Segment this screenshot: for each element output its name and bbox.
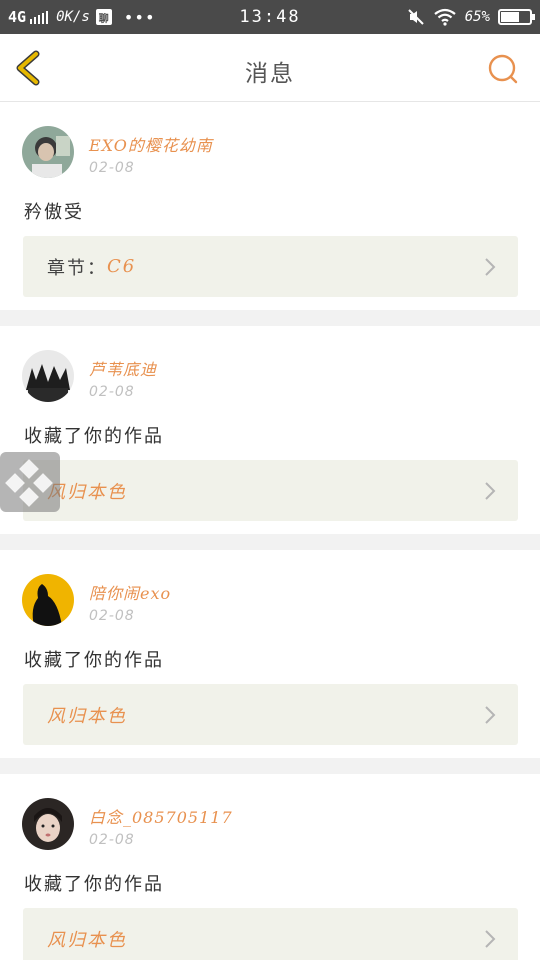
signal-icon bbox=[30, 10, 49, 24]
ref-value: 风归本色 bbox=[47, 705, 127, 727]
ref-label: 章节： bbox=[47, 257, 107, 279]
network-speed: 0K/s bbox=[56, 9, 90, 25]
message-item: 白念_085705117 02-08 收藏了你的作品 风归本色 bbox=[0, 774, 540, 960]
app-notification-icon: 聊 bbox=[95, 9, 112, 25]
message-item: 芦苇底迪 02-08 收藏了你的作品 风归本色 bbox=[0, 326, 540, 534]
ref-value: C6 bbox=[107, 256, 137, 277]
wifi-icon bbox=[434, 8, 456, 26]
battery-percent: 65% bbox=[464, 9, 490, 25]
message-text: 矜傲受 bbox=[24, 202, 84, 223]
chevron-right-icon bbox=[485, 930, 496, 948]
message-item: EXO的樱花幼南 02-08 矜傲受 章节： C6 bbox=[0, 102, 540, 310]
battery-level bbox=[501, 12, 520, 22]
more-notifications-icon: ••• bbox=[123, 7, 156, 27]
avatar[interactable] bbox=[22, 574, 74, 626]
referenced-item[interactable]: 风归本色 bbox=[23, 684, 518, 745]
chevron-right-icon bbox=[485, 482, 496, 500]
sender-name[interactable]: EXO的樱花幼南 bbox=[89, 132, 213, 156]
message-item: 陪你闹exo 02-08 收藏了你的作品 风归本色 bbox=[0, 550, 540, 758]
message-date: 02-08 bbox=[89, 384, 135, 400]
message-text: 收藏了你的作品 bbox=[24, 650, 164, 671]
battery-icon bbox=[498, 9, 535, 25]
message-text: 收藏了你的作品 bbox=[24, 426, 164, 447]
message-date: 02-08 bbox=[89, 608, 135, 624]
diamond-grid-icon bbox=[5, 459, 53, 507]
referenced-item[interactable]: 章节： C6 bbox=[23, 236, 518, 297]
search-button[interactable] bbox=[486, 52, 520, 86]
referenced-item[interactable]: 风归本色 bbox=[23, 460, 518, 521]
chevron-right-icon bbox=[485, 258, 496, 276]
nav-bar: 消息 bbox=[0, 34, 540, 102]
status-bar: 4G 0K/s 聊 ••• 13:48 65% bbox=[0, 0, 540, 34]
assistive-touch-button[interactable] bbox=[0, 452, 60, 512]
message-date: 02-08 bbox=[89, 832, 135, 848]
mute-icon bbox=[407, 9, 424, 25]
message-text: 收藏了你的作品 bbox=[24, 874, 164, 895]
ref-value: 风归本色 bbox=[47, 929, 127, 951]
network-type: 4G bbox=[8, 8, 27, 26]
sender-name[interactable]: 芦苇底迪 bbox=[89, 356, 157, 380]
sender-name[interactable]: 白念_085705117 bbox=[89, 804, 233, 828]
message-date: 02-08 bbox=[89, 160, 135, 176]
chevron-right-icon bbox=[485, 706, 496, 724]
referenced-item[interactable]: 风归本色 bbox=[23, 908, 518, 960]
avatar[interactable] bbox=[22, 798, 74, 850]
avatar[interactable] bbox=[22, 350, 74, 402]
sender-name[interactable]: 陪你闹exo bbox=[89, 580, 171, 604]
avatar[interactable] bbox=[22, 126, 74, 178]
page-title: 消息 bbox=[245, 61, 295, 87]
